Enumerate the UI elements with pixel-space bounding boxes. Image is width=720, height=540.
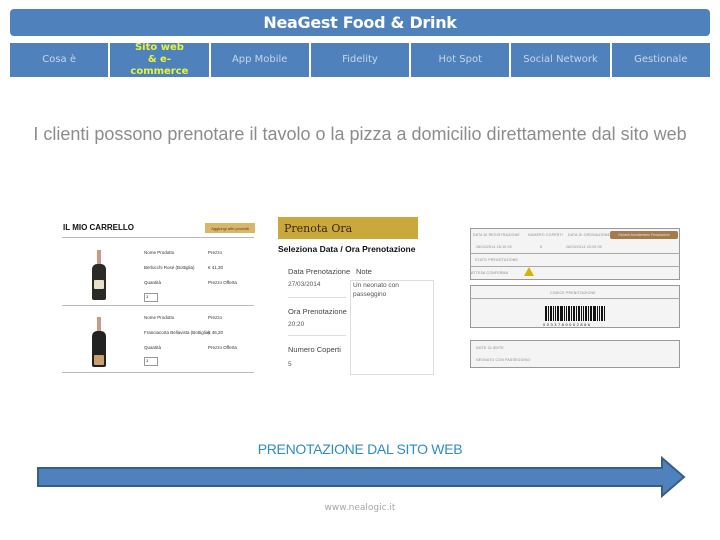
page-title: NeaGest Food & Drink [10, 9, 710, 36]
arrow-right-icon [37, 456, 686, 498]
divider [62, 305, 254, 306]
cart-cell: Prezzo [208, 315, 223, 320]
ticket-text: STATO PRENOTAZIONE [475, 258, 519, 262]
covers-label: Numero Coperti [288, 345, 341, 354]
ticket-text: DATA DI REGISTRAZIONE [473, 233, 520, 237]
cart-title: IL MIO CARRELLO [63, 223, 134, 232]
nav-item-sito-web[interactable]: Sito web & e-commerce [110, 42, 209, 77]
nav-item-label: Sito web & e-commerce [130, 42, 189, 77]
barcode-icon [545, 306, 606, 321]
nav-bar: Cosa è Sito web & e-commerce App Mobile … [10, 42, 710, 77]
time-label: Ora Prenotazione [288, 307, 347, 316]
cart-screenshot: IL MIO CARRELLO Aggiungi altri prodotti … [60, 215, 255, 375]
nav-item-app-mobile[interactable]: App Mobile [210, 43, 309, 77]
quantity-field: 1 [144, 293, 158, 302]
ticket-screenshot: DATA DI REGISTRAZIONE NUMERO COPERTI DAT… [470, 228, 680, 368]
footer-url: www.nealogic.it [324, 503, 396, 513]
cart-cell: € 41,30 [208, 265, 224, 270]
reservation-screenshot: Prenota Ora Seleziona Data / Ora Prenota… [276, 215, 436, 375]
cart-cell: Franciacorta Bellavista (Bottiglia) [144, 330, 210, 335]
nav-item-social-network[interactable]: Social Network [511, 43, 610, 77]
reservation-subtitle: Seleziona Data / Ora Prenotazione [278, 244, 416, 254]
covers-value: 5 [288, 361, 292, 368]
quantity-field: 1 [144, 357, 158, 366]
divider [62, 237, 254, 238]
ticket-text: NUMERO COPERTI [528, 233, 563, 237]
note-label: Note [356, 267, 372, 276]
intro-text: I clienti possono prenotare il tavolo o … [33, 124, 687, 144]
nav-item-hot-spot[interactable]: Hot Spot [411, 43, 510, 77]
cart-cell: Berlucchi Rosé (Bottiglia) [144, 265, 195, 270]
ticket-text: ATTESA CONFERMA [471, 271, 509, 275]
cart-cell: Nome Prodotto [144, 315, 175, 320]
nav-item-fidelity[interactable]: Fidelity [310, 43, 410, 77]
time-value: 20:20 [288, 321, 305, 328]
note-value: Un neonato con passeggino [353, 282, 399, 298]
divider [62, 372, 254, 373]
ticket-text: CODICE PRENOTAZIONE [550, 291, 596, 295]
ticket-text: NEONATO CON PASSEGGINO [476, 358, 531, 362]
nav-item-gestionale[interactable]: Gestionale [611, 43, 710, 77]
cancel-reservation-button: Richiedi Annullamento Prenotazione [610, 231, 678, 239]
cart-cell: Nome Prodotto [144, 250, 175, 255]
ticket-text: 26/03/2014 20:20:00 [566, 245, 602, 249]
reservation-header: Prenota Ora [278, 217, 418, 239]
cart-cell: Quantità [144, 345, 162, 350]
nav-item-cosa-e[interactable]: Cosa è [10, 43, 109, 77]
caption: PRENOTAZIONE DAL SITO WEB [257, 441, 463, 457]
cart-cell: € 46,20 [208, 330, 224, 335]
cart-cell: Prezzo [208, 250, 223, 255]
add-products-button: Aggiungi altri prodotti [205, 223, 255, 233]
date-value: 27/03/2014 [288, 281, 321, 288]
cart-cell: Prezzo Offerta [208, 345, 237, 350]
wine-bottle-image [92, 250, 106, 300]
ticket-text: DATA DI ORDINAZIONE [568, 233, 611, 237]
ticket-text: 5 [540, 245, 543, 249]
cart-cell: Prezzo Offerta [208, 280, 237, 285]
warning-icon [524, 267, 534, 276]
wine-bottle-image [92, 317, 106, 367]
date-label: Data Prenotazione [288, 267, 351, 276]
cart-cell: Quantità [144, 280, 162, 285]
barcode-number: 0 0 3 3 7 8 9 0 0 2 8 8 6 [543, 322, 591, 327]
ticket-text: NOTE CLIENTE [476, 346, 504, 350]
ticket-text: 26/03/2014 18:10:00 [476, 245, 512, 249]
